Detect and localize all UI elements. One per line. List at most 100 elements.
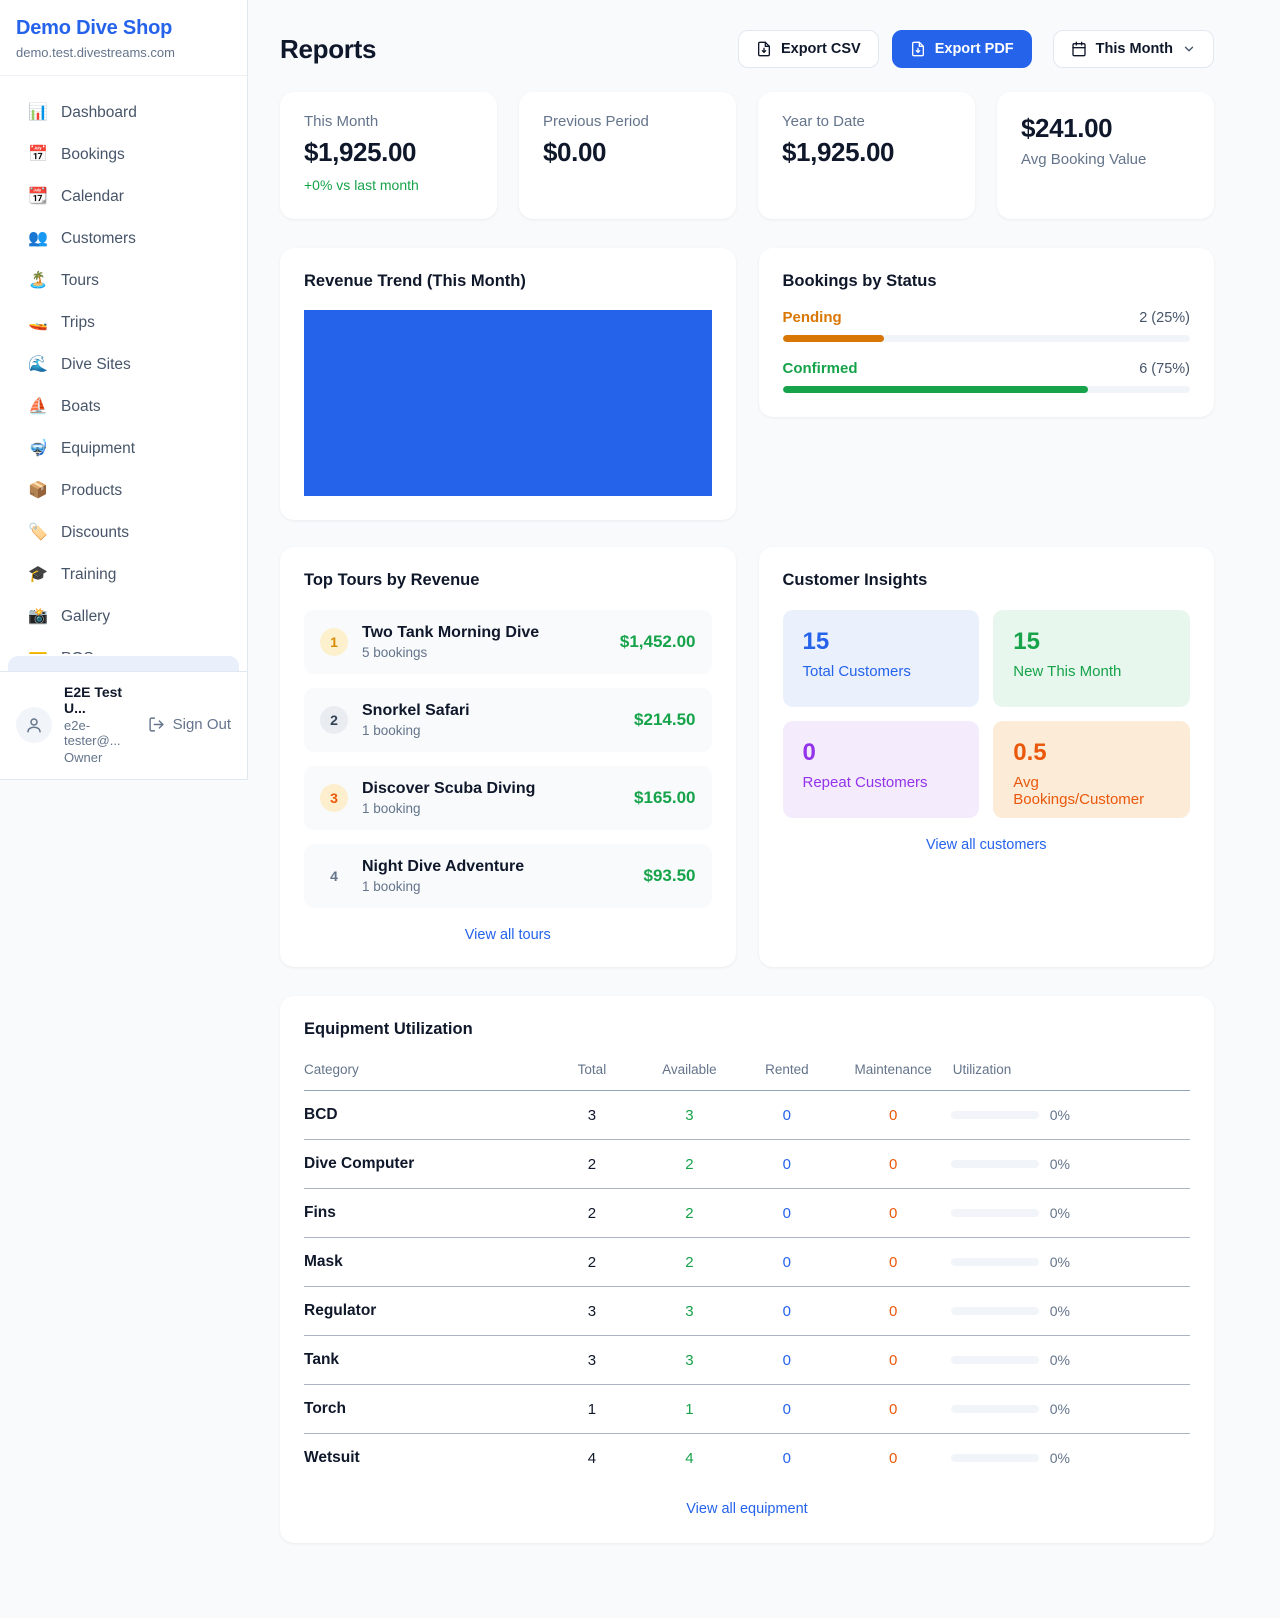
equipment-category: Regulator	[304, 1287, 543, 1336]
column-header-utilization: Utilization	[951, 1052, 1190, 1091]
utilization-percent: 0%	[1050, 1156, 1070, 1172]
tour-revenue: $165.00	[634, 788, 695, 808]
utilization-bar-track	[951, 1209, 1039, 1217]
equipment-category: Dive Computer	[304, 1140, 543, 1189]
insight-value: 0	[803, 739, 960, 767]
insight-label: Avg Bookings/Customer	[1013, 774, 1170, 808]
stat-label: This Month	[304, 113, 473, 130]
nav-item-label: Dive Sites	[61, 356, 131, 374]
revenue-trend-card: Revenue Trend (This Month)	[280, 248, 736, 520]
insight-tile: 0.5 Avg Bookings/Customer	[993, 721, 1190, 818]
revenue-trend-chart	[304, 310, 712, 496]
equipment-table-row: Mask 2 2 0 0 0%	[304, 1238, 1190, 1287]
tour-list: 1 Two Tank Morning Dive 5 bookings $1,45…	[304, 610, 712, 908]
export-pdf-button[interactable]: Export PDF	[892, 30, 1032, 68]
insight-tile: 0 Repeat Customers	[783, 721, 980, 818]
nav-item-icon: 🏷️	[28, 525, 48, 541]
avatar	[16, 707, 52, 743]
equipment-rented: 0	[738, 1336, 835, 1385]
sidebar-nav-item[interactable]: 📦 Products	[12, 472, 235, 510]
insight-label: Total Customers	[803, 663, 960, 680]
stat-label: Previous Period	[543, 113, 712, 130]
nav-item-icon: 🎓	[28, 567, 48, 583]
stat-value: $1,925.00	[782, 137, 951, 168]
sidebar-active-item-partial[interactable]	[8, 656, 239, 671]
status-label: Pending	[783, 309, 842, 326]
main-content: Reports Export CSV Export PDF This Month…	[248, 0, 1280, 1618]
sidebar-nav-item[interactable]: 🏷️ Discounts	[12, 514, 235, 552]
nav-item-label: Trips	[61, 314, 95, 332]
export-csv-button[interactable]: Export CSV	[738, 30, 879, 68]
sidebar-nav-item[interactable]: 🌊 Dive Sites	[12, 346, 235, 384]
tour-row: 4 Night Dive Adventure 1 booking $93.50	[304, 844, 712, 908]
stat-value: $0.00	[543, 137, 712, 168]
sidebar-nav-item[interactable]: 📸 Gallery	[12, 598, 235, 636]
sidebar-nav-item[interactable]: 📅 Bookings	[12, 136, 235, 174]
column-header-available: Available	[641, 1052, 738, 1091]
equipment-category: Mask	[304, 1238, 543, 1287]
equipment-available: 3	[641, 1336, 738, 1385]
tour-bookings-count: 1 booking	[362, 879, 524, 894]
sidebar-nav-item[interactable]: ⛵ Boats	[12, 388, 235, 426]
status-progress-fill	[783, 335, 885, 342]
period-dropdown[interactable]: This Month	[1053, 30, 1214, 68]
nav-item-label: Products	[61, 482, 122, 500]
nav-item-icon: 📆	[28, 189, 48, 205]
status-list: Pending 2 (25%) Confirmed 6 (75%)	[783, 309, 1191, 393]
column-header-total: Total	[543, 1052, 640, 1091]
utilization-bar-track	[951, 1454, 1039, 1462]
nav-item-icon: 🚤	[28, 315, 48, 331]
equipment-rented: 0	[738, 1189, 835, 1238]
equipment-table-row: BCD 3 3 0 0 0%	[304, 1091, 1190, 1140]
equipment-table-row: Dive Computer 2 2 0 0 0%	[304, 1140, 1190, 1189]
export-csv-label: Export CSV	[781, 41, 861, 57]
stat-cards: This Month $1,925.00 +0% vs last month P…	[280, 92, 1214, 219]
equipment-rented: 0	[738, 1385, 835, 1434]
sidebar-nav-item[interactable]: 🎓 Training	[12, 556, 235, 594]
equipment-rented: 0	[738, 1287, 835, 1336]
status-count: 6 (75%)	[1139, 361, 1190, 377]
rank-badge: 1	[320, 628, 348, 656]
nav-item-icon: 🏝️	[28, 273, 48, 289]
user-panel: E2E Test U... e2e-tester@... Owner Sign …	[0, 671, 247, 779]
sidebar-nav-item[interactable]: 🚤 Trips	[12, 304, 235, 342]
tour-revenue: $214.50	[634, 710, 695, 730]
shop-name: Demo Dive Shop	[16, 17, 231, 40]
sidebar-nav-item[interactable]: 👥 Customers	[12, 220, 235, 258]
view-all-customers-link[interactable]: View all customers	[783, 837, 1191, 853]
rank-badge: 4	[320, 862, 348, 890]
sidebar-nav-item[interactable]: 📆 Calendar	[12, 178, 235, 216]
tour-row: 3 Discover Scuba Diving 1 booking $165.0…	[304, 766, 712, 830]
sidebar-nav-item[interactable]: 🏝️ Tours	[12, 262, 235, 300]
topbar-actions: Export CSV Export PDF This Month	[738, 30, 1214, 68]
equipment-total: 1	[543, 1385, 640, 1434]
equipment-rented: 0	[738, 1091, 835, 1140]
equipment-total: 2	[543, 1238, 640, 1287]
view-all-equipment-link[interactable]: View all equipment	[304, 1501, 1190, 1517]
nav-item-icon: 📦	[28, 483, 48, 499]
person-icon	[25, 716, 43, 734]
sidebar-nav-item[interactable]: 🤿 Equipment	[12, 430, 235, 468]
utilization-percent: 0%	[1050, 1205, 1070, 1221]
bookings-by-status-card: Bookings by Status Pending 2 (25%)	[759, 248, 1215, 417]
topbar: Reports Export CSV Export PDF This Month	[280, 30, 1214, 68]
customer-insights-card: Customer Insights 15 Total Customers 15 …	[759, 547, 1215, 967]
tour-revenue: $1,452.00	[620, 632, 696, 652]
nav-item-icon: 🌊	[28, 357, 48, 373]
nav-item-icon: 👥	[28, 231, 48, 247]
sign-out-button[interactable]: Sign Out	[148, 716, 231, 733]
sidebar-nav-item[interactable]: 💳 POS	[12, 640, 235, 654]
nav-item-label: Tours	[61, 272, 99, 290]
stat-trend-note: +0% vs last month	[304, 177, 473, 193]
status-progress-track	[783, 386, 1191, 393]
rank-badge: 2	[320, 706, 348, 734]
insight-label: New This Month	[1013, 663, 1170, 680]
insight-tile: 15 New This Month	[993, 610, 1190, 707]
utilization-percent: 0%	[1050, 1303, 1070, 1319]
calendar-icon	[1071, 41, 1087, 57]
view-all-tours-link[interactable]: View all tours	[304, 927, 712, 943]
equipment-available: 3	[641, 1287, 738, 1336]
nav-item-label: Calendar	[61, 188, 124, 206]
logout-icon	[148, 716, 165, 733]
sidebar-nav-item[interactable]: 📊 Dashboard	[12, 94, 235, 132]
